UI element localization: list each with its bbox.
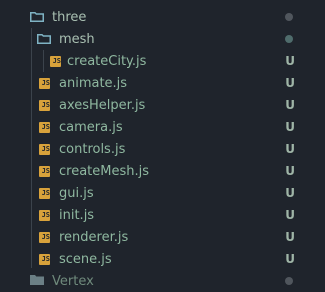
- folder-row-three[interactable]: three: [0, 6, 325, 28]
- git-status-untracked: U: [285, 54, 295, 68]
- folder-status-dot: [285, 35, 293, 43]
- javascript-file-icon: JS: [39, 232, 50, 243]
- javascript-file-icon: JS: [39, 122, 50, 133]
- git-status-untracked: U: [285, 142, 295, 156]
- git-status-untracked: U: [285, 120, 295, 134]
- javascript-file-icon: JS: [39, 100, 50, 111]
- javascript-file-icon: JS: [39, 188, 50, 199]
- git-status-untracked: U: [285, 230, 295, 244]
- folder-closed-icon: [30, 275, 44, 285]
- git-status-untracked: U: [285, 186, 295, 200]
- file-name: scene.js: [59, 251, 112, 267]
- file-name: controls.js: [59, 141, 126, 157]
- file-name: camera.js: [59, 119, 123, 135]
- git-status-untracked: U: [285, 76, 295, 90]
- file-name: createCity.js: [67, 53, 147, 69]
- file-row-scene[interactable]: JS scene.js U: [0, 248, 325, 270]
- folder-label-vertex: Vertex: [52, 273, 94, 289]
- file-name: animate.js: [59, 75, 128, 91]
- file-name: createMesh.js: [59, 163, 150, 179]
- folder-open-icon: [30, 12, 44, 22]
- scrollbar[interactable]: [321, 0, 325, 282]
- folder-label-mesh: mesh: [59, 31, 95, 47]
- file-row-renderer[interactable]: JS renderer.js U: [0, 226, 325, 248]
- file-row-axesHelper[interactable]: JS axesHelper.js U: [0, 94, 325, 116]
- javascript-file-icon: JS: [39, 144, 50, 155]
- javascript-file-icon: JS: [39, 254, 50, 265]
- folder-status-dot: [285, 277, 293, 285]
- file-row-animate[interactable]: JS animate.js U: [0, 72, 325, 94]
- file-name: gui.js: [59, 185, 94, 201]
- file-name: init.js: [59, 207, 95, 223]
- git-status-untracked: U: [285, 252, 295, 266]
- folder-open-icon: [37, 34, 51, 44]
- file-row-camera[interactable]: JS camera.js U: [0, 116, 325, 138]
- file-row-createMesh[interactable]: JS createMesh.js U: [0, 160, 325, 182]
- javascript-file-icon: JS: [50, 56, 61, 67]
- folder-status-dot: [285, 13, 293, 21]
- file-name: axesHelper.js: [59, 97, 146, 113]
- git-status-untracked: U: [285, 164, 295, 178]
- javascript-file-icon: JS: [39, 166, 50, 177]
- file-explorer-tree: three mesh JS createCity.js U JS animate…: [0, 0, 325, 289]
- folder-row-vertex[interactable]: Vertex: [0, 270, 325, 292]
- file-row-controls[interactable]: JS controls.js U: [0, 138, 325, 160]
- git-status-untracked: U: [285, 98, 295, 112]
- javascript-file-icon: JS: [39, 210, 50, 221]
- git-status-untracked: U: [285, 208, 295, 222]
- file-row-createCity[interactable]: JS createCity.js U: [0, 50, 325, 72]
- javascript-file-icon: JS: [39, 78, 50, 89]
- file-name: renderer.js: [59, 229, 129, 245]
- folder-label-three: three: [52, 9, 87, 25]
- folder-row-mesh[interactable]: mesh: [0, 28, 325, 50]
- file-row-init[interactable]: JS init.js U: [0, 204, 325, 226]
- file-row-gui[interactable]: JS gui.js U: [0, 182, 325, 204]
